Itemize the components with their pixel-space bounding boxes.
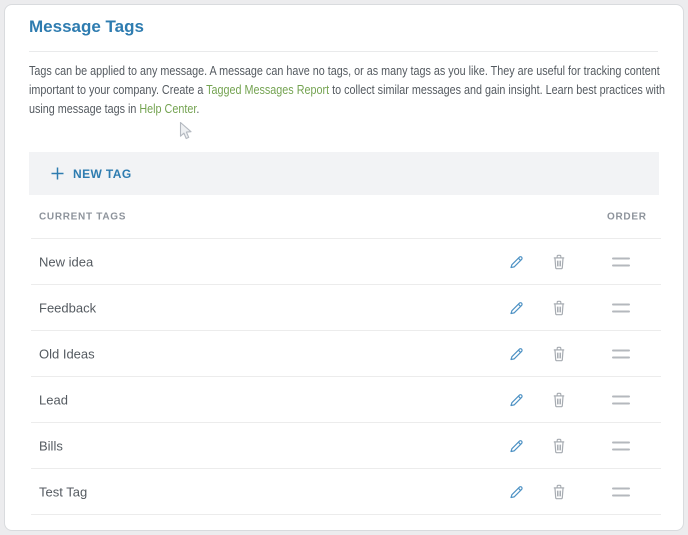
new-tag-bar: NEW TAG: [29, 152, 659, 195]
table-header: CURRENT TAGS ORDER: [5, 195, 683, 239]
tag-row: Lead: [5, 377, 683, 423]
edit-tag-button[interactable]: [502, 386, 530, 414]
delete-tag-button[interactable]: [545, 432, 573, 460]
trash-icon: [552, 254, 566, 270]
tag-row: Old Ideas: [5, 331, 683, 377]
tag-row: Test Tag: [5, 469, 683, 515]
tag-name: Feedback: [39, 301, 96, 316]
drag-handle-icon[interactable]: [612, 442, 630, 451]
pencil-icon: [508, 346, 524, 362]
delete-tag-button[interactable]: [545, 386, 573, 414]
tag-name: Lead: [39, 393, 68, 408]
edit-tag-button[interactable]: [502, 294, 530, 322]
pencil-icon: [508, 438, 524, 454]
divider: [29, 51, 658, 52]
description-text: Tags can be applied to any message. A me…: [29, 61, 663, 118]
tag-rows: New idea: [5, 239, 683, 515]
tag-row: New idea: [5, 239, 683, 285]
help-center-link[interactable]: Help Center: [139, 101, 196, 116]
drag-handle-icon[interactable]: [612, 258, 630, 267]
description-line3-pre: using message tags in: [29, 101, 139, 116]
trash-icon: [552, 300, 566, 316]
description-line2-post: to collect similar messages and gain ins…: [329, 82, 665, 97]
new-tag-label: NEW TAG: [73, 167, 132, 181]
delete-tag-button[interactable]: [545, 478, 573, 506]
drag-handle-icon[interactable]: [612, 304, 630, 313]
edit-tag-button[interactable]: [502, 248, 530, 276]
pencil-icon: [508, 484, 524, 500]
description-line3-post: .: [196, 101, 199, 116]
tag-row: Bills: [5, 423, 683, 469]
settings-card: Message Tags Tags can be applied to any …: [4, 4, 684, 531]
edit-tag-button[interactable]: [502, 340, 530, 368]
drag-handle-icon[interactable]: [612, 396, 630, 405]
edit-tag-button[interactable]: [502, 478, 530, 506]
pencil-icon: [508, 254, 524, 270]
page-title: Message Tags: [29, 16, 144, 38]
tag-row: Feedback: [5, 285, 683, 331]
column-header-current-tags: CURRENT TAGS: [39, 212, 126, 223]
drag-handle-icon[interactable]: [612, 488, 630, 497]
tag-name: Test Tag: [39, 485, 87, 500]
delete-tag-button[interactable]: [545, 340, 573, 368]
pencil-icon: [508, 300, 524, 316]
description-line1: Tags can be applied to any message. A me…: [29, 63, 660, 78]
delete-tag-button[interactable]: [545, 294, 573, 322]
trash-icon: [552, 438, 566, 454]
tag-name: New idea: [39, 255, 93, 270]
new-tag-button[interactable]: NEW TAG: [51, 167, 132, 181]
description-line2-pre: important to your company. Create a: [29, 82, 206, 97]
trash-icon: [552, 346, 566, 362]
delete-tag-button[interactable]: [545, 248, 573, 276]
trash-icon: [552, 392, 566, 408]
drag-handle-icon[interactable]: [612, 350, 630, 359]
message-tags-page: { "page": { "title": "Message Tags" }, "…: [0, 0, 688, 535]
tag-name: Bills: [39, 439, 63, 454]
trash-icon: [552, 484, 566, 500]
tag-name: Old Ideas: [39, 347, 95, 362]
column-header-order: ORDER: [607, 212, 647, 223]
tagged-messages-report-link[interactable]: Tagged Messages Report: [206, 82, 329, 97]
pencil-icon: [508, 392, 524, 408]
plus-icon: [51, 167, 64, 180]
edit-tag-button[interactable]: [502, 432, 530, 460]
